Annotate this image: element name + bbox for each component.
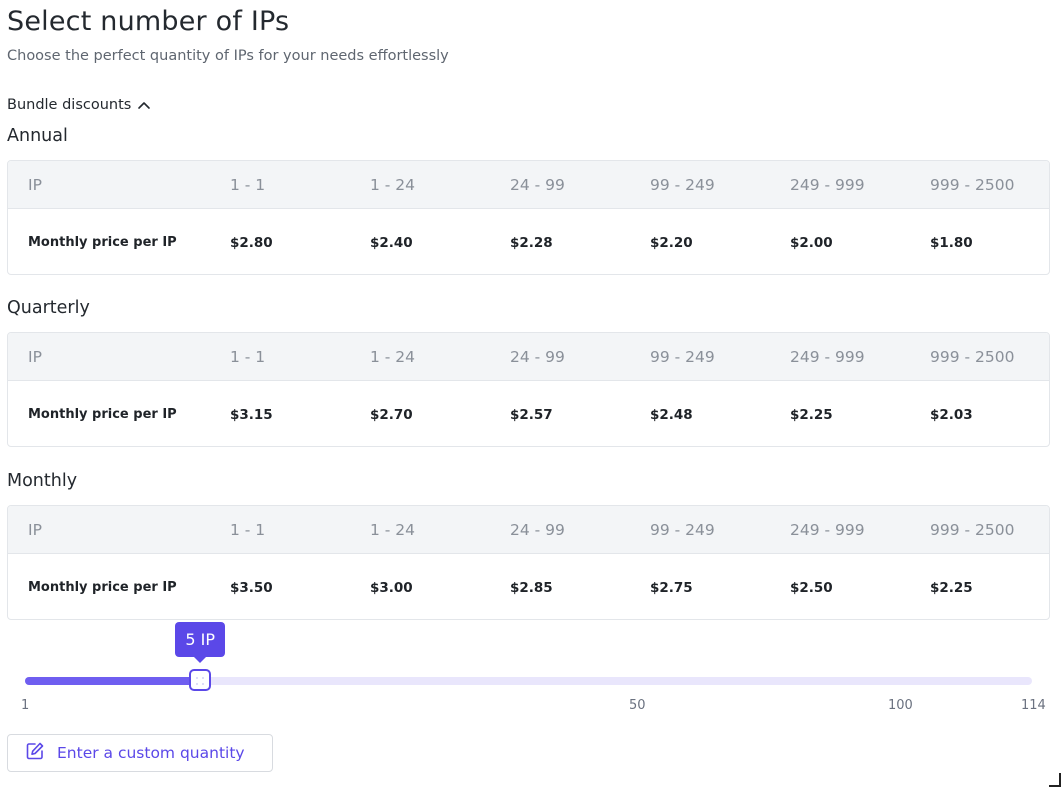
slider-tick-label: 1 — [21, 698, 30, 713]
pricing-table-annual: IP 1 - 1 1 - 24 24 - 99 99 - 249 249 - 9… — [7, 160, 1050, 275]
header-cell: 24 - 99 — [510, 520, 565, 539]
row-label: Monthly price per IP — [28, 580, 177, 595]
slider-track[interactable] — [25, 677, 1032, 685]
header-cell: IP — [28, 347, 42, 366]
price-cell: $2.70 — [370, 406, 413, 423]
price-cell: $3.15 — [230, 406, 273, 423]
bundle-discounts-toggle[interactable]: Bundle discounts — [7, 97, 151, 113]
page-subtitle: Choose the perfect quantity of IPs for y… — [7, 48, 449, 64]
header-cell: IP — [28, 520, 42, 539]
resize-handle-icon[interactable] — [1049, 773, 1061, 787]
pricing-table-quarterly: IP 1 - 1 1 - 24 24 - 99 99 - 249 249 - 9… — [7, 332, 1050, 447]
header-cell: 24 - 99 — [510, 175, 565, 194]
header-cell: 1 - 1 — [230, 347, 266, 366]
price-cell: $2.80 — [230, 234, 273, 251]
header-cell: 1 - 24 — [370, 175, 416, 194]
enter-custom-quantity-button[interactable]: Enter a custom quantity — [7, 734, 273, 772]
slider-tick-label: 50 — [629, 698, 646, 713]
pricing-table-monthly: IP 1 - 1 1 - 24 24 - 99 99 - 249 249 - 9… — [7, 505, 1050, 620]
header-cell: 249 - 999 — [790, 347, 865, 366]
row-label: Monthly price per IP — [28, 407, 177, 422]
price-cell: $2.28 — [510, 234, 553, 251]
header-cell: 1 - 24 — [370, 520, 416, 539]
header-cell: 999 - 2500 — [930, 520, 1015, 539]
custom-quantity-label: Enter a custom quantity — [57, 744, 245, 762]
slider-thumb[interactable] — [189, 669, 212, 691]
header-cell: 1 - 1 — [230, 175, 266, 194]
slider-value-tooltip: 5 IP — [175, 622, 226, 663]
slider-tick-label: 100 — [888, 698, 913, 713]
price-cell: $2.20 — [650, 234, 693, 251]
price-cell: $2.75 — [650, 579, 693, 596]
header-cell: IP — [28, 175, 42, 194]
header-cell: 24 - 99 — [510, 347, 565, 366]
plan-title-monthly: Monthly — [7, 471, 78, 491]
grip-dots-icon — [195, 671, 205, 690]
table-header: IP 1 - 1 1 - 24 24 - 99 99 - 249 249 - 9… — [8, 506, 1049, 554]
price-cell: $1.80 — [930, 234, 973, 251]
table-header: IP 1 - 1 1 - 24 24 - 99 99 - 249 249 - 9… — [8, 333, 1049, 381]
ip-quantity-slider[interactable]: 5 IP 1 50 100 114 — [0, 620, 1062, 730]
page-title: Select number of IPs — [7, 6, 290, 37]
price-cell: $2.57 — [510, 406, 553, 423]
slider-fill — [25, 677, 201, 685]
header-cell: 99 - 249 — [650, 347, 715, 366]
table-row: Monthly price per IP $3.15 $2.70 $2.57 $… — [8, 381, 1049, 446]
header-cell: 99 - 249 — [650, 520, 715, 539]
price-cell: $2.85 — [510, 579, 553, 596]
slider-tick-label: 114 — [1021, 698, 1046, 713]
plan-title-quarterly: Quarterly — [7, 298, 90, 318]
bundle-discounts-label: Bundle discounts — [7, 97, 132, 113]
chevron-up-icon — [137, 100, 151, 110]
row-label: Monthly price per IP — [28, 235, 177, 250]
price-cell: $2.00 — [790, 234, 833, 251]
price-cell: $3.50 — [230, 579, 273, 596]
header-cell: 999 - 2500 — [930, 347, 1015, 366]
header-cell: 1 - 1 — [230, 520, 266, 539]
header-cell: 99 - 249 — [650, 175, 715, 194]
header-cell: 1 - 24 — [370, 347, 416, 366]
edit-pencil-icon — [25, 741, 45, 765]
plan-title-annual: Annual — [7, 126, 68, 146]
table-row: Monthly price per IP $2.80 $2.40 $2.28 $… — [8, 209, 1049, 274]
price-cell: $3.00 — [370, 579, 413, 596]
price-cell: $2.48 — [650, 406, 693, 423]
price-cell: $2.25 — [930, 579, 973, 596]
price-cell: $2.40 — [370, 234, 413, 251]
table-row: Monthly price per IP $3.50 $3.00 $2.85 $… — [8, 554, 1049, 619]
header-cell: 249 - 999 — [790, 175, 865, 194]
header-cell: 249 - 999 — [790, 520, 865, 539]
price-cell: $2.03 — [930, 406, 973, 423]
price-cell: $2.50 — [790, 579, 833, 596]
table-header: IP 1 - 1 1 - 24 24 - 99 99 - 249 249 - 9… — [8, 161, 1049, 209]
header-cell: 999 - 2500 — [930, 175, 1015, 194]
price-cell: $2.25 — [790, 406, 833, 423]
